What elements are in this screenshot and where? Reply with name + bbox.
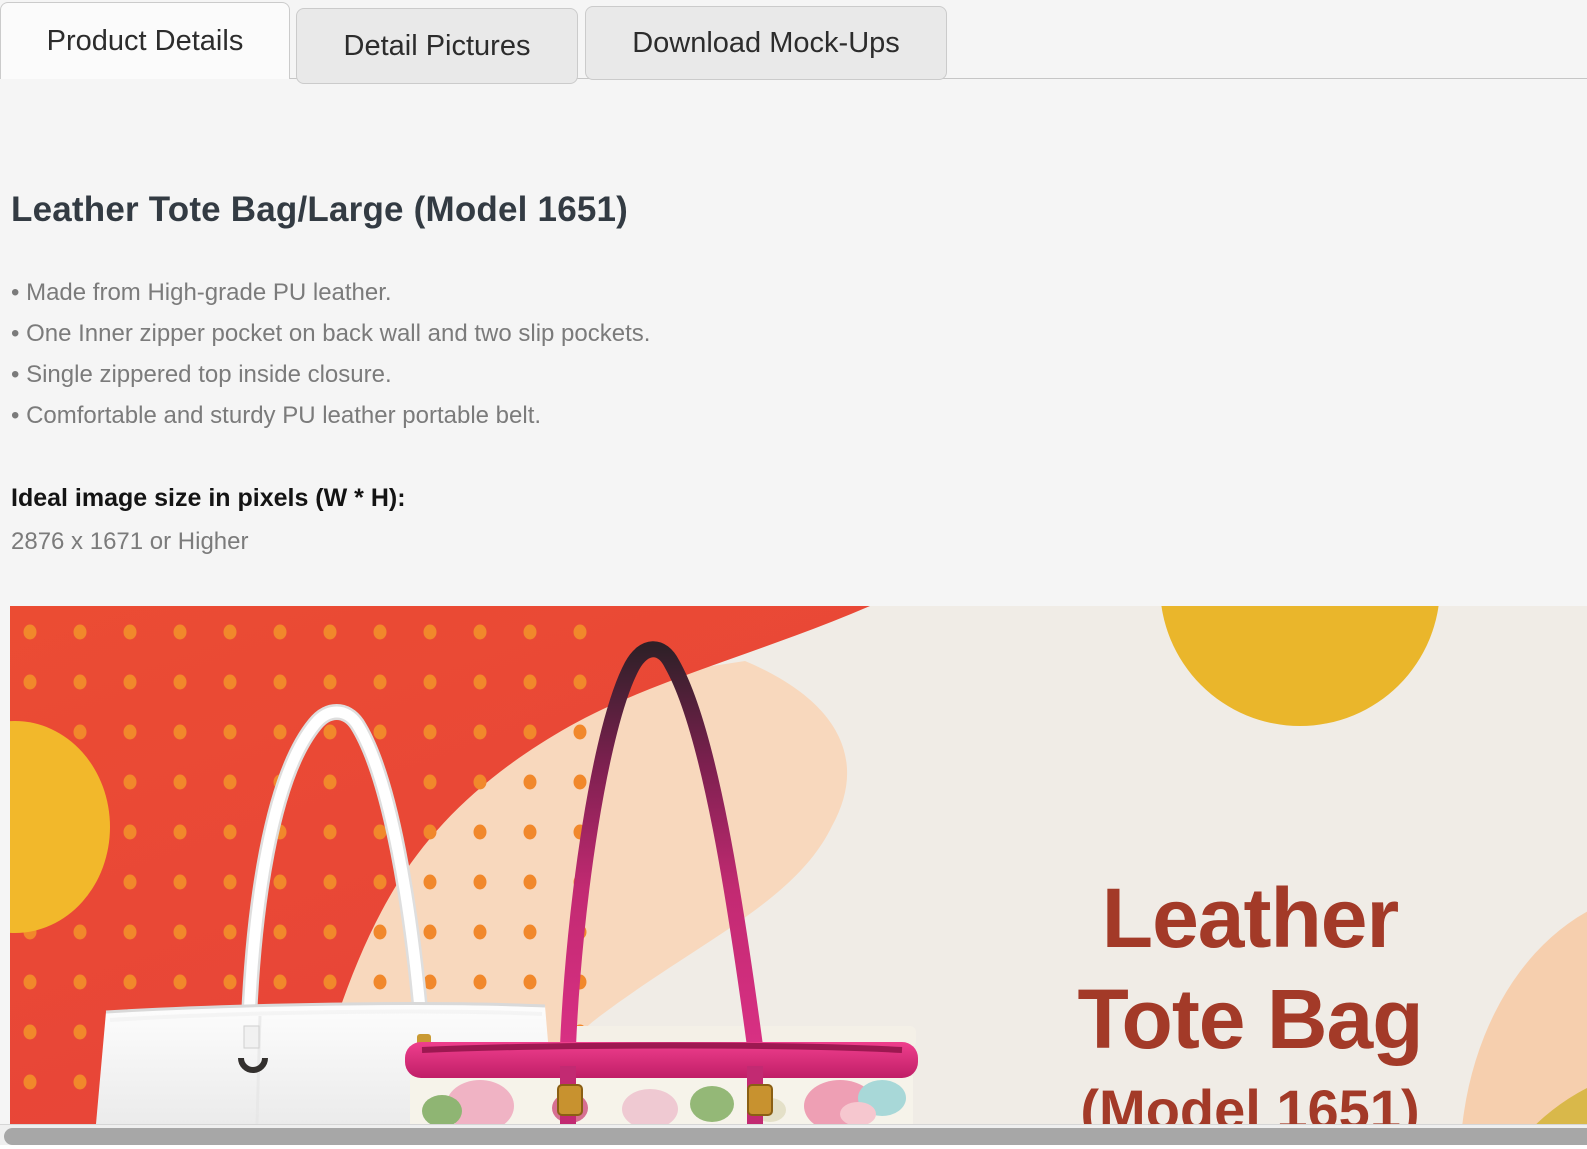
- feature-item: Made from High-grade PU leather.: [11, 272, 650, 313]
- product-title: Leather Tote Bag/Large (Model 1651): [11, 190, 628, 230]
- tab-detail-pictures-label: Detail Pictures: [344, 30, 531, 63]
- ideal-size-label: Ideal image size in pixels (W * H):: [11, 484, 406, 513]
- tab-product-details[interactable]: Product Details: [0, 2, 290, 79]
- horizontal-scrollbar-thumb[interactable]: [4, 1128, 1587, 1145]
- tab-product-details-label: Product Details: [47, 25, 244, 58]
- product-banner-image: Leather Tote Bag (Model 1651): [10, 606, 1587, 1124]
- feature-item: Single zippered top inside closure.: [11, 354, 650, 395]
- feature-list: Made from High-grade PU leather. One Inn…: [11, 272, 650, 436]
- tab-download-mockups-label: Download Mock-Ups: [632, 27, 900, 60]
- banner-title-line1: Leather: [1010, 868, 1490, 969]
- feature-item: One Inner zipper pocket on back wall and…: [11, 313, 650, 354]
- feature-item: Comfortable and sturdy PU leather portab…: [11, 395, 650, 436]
- banner-title-line3: (Model 1651): [1010, 1078, 1490, 1124]
- tab-detail-pictures[interactable]: Detail Pictures: [296, 8, 578, 84]
- tab-bar: Product Details Detail Pictures Download…: [0, 0, 1587, 90]
- page: Product Details Detail Pictures Download…: [0, 0, 1587, 1149]
- bottom-strip: [0, 1145, 1587, 1149]
- tab-download-mockups[interactable]: Download Mock-Ups: [585, 6, 947, 80]
- banner-title: Leather Tote Bag (Model 1651): [1010, 868, 1490, 1124]
- banner-title-line2: Tote Bag: [1010, 969, 1490, 1070]
- ideal-size-value: 2876 x 1671 or Higher: [11, 528, 249, 556]
